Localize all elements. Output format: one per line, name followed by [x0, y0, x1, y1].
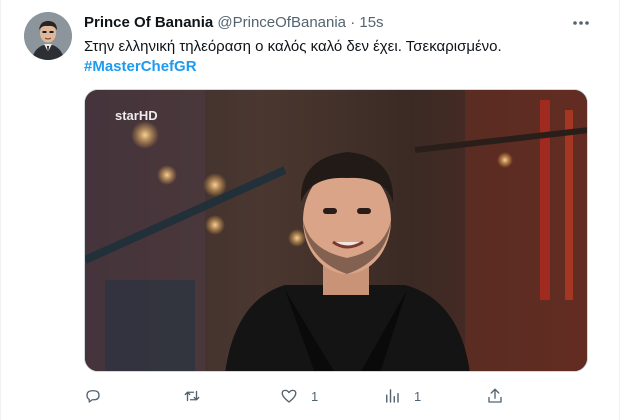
hashtag-link[interactable]: #MasterChefGR — [84, 57, 197, 77]
heart-icon — [281, 389, 297, 403]
separator: · — [350, 14, 356, 31]
like-count: 1 — [311, 388, 319, 404]
views-icon — [386, 389, 399, 403]
timestamp[interactable]: 15s — [359, 14, 383, 31]
views-button[interactable]: 1 — [383, 385, 421, 407]
reply-icon — [86, 390, 100, 403]
tweet-card[interactable]: Prince Of Banania @PrinceOfBanania · 15s… — [0, 0, 620, 420]
avatar-illustration — [24, 12, 72, 60]
tweet-text: Στην ελληνική τηλεόραση ο καλός καλό δεν… — [84, 38, 502, 55]
retweet-icon — [184, 390, 200, 402]
views-count: 1 — [414, 388, 422, 404]
tweet-media[interactable]: starHD — [84, 89, 588, 372]
avatar[interactable] — [24, 12, 72, 60]
more-options-icon[interactable] — [570, 13, 592, 33]
share-button[interactable] — [486, 385, 504, 407]
reply-button[interactable] — [84, 385, 115, 407]
retweet-button[interactable] — [183, 385, 214, 407]
share-icon — [488, 388, 502, 403]
user-handle[interactable]: @PrinceOfBanania — [217, 14, 346, 31]
video-frame-image: starHD — [85, 90, 587, 371]
like-button[interactable]: 1 — [280, 385, 318, 407]
tweet-header: Prince Of Banania @PrinceOfBanania · 15s — [84, 13, 384, 33]
channel-watermark: starHD — [115, 108, 158, 123]
action-bar: 1 1 — [84, 385, 504, 407]
display-name[interactable]: Prince Of Banania — [84, 14, 213, 31]
